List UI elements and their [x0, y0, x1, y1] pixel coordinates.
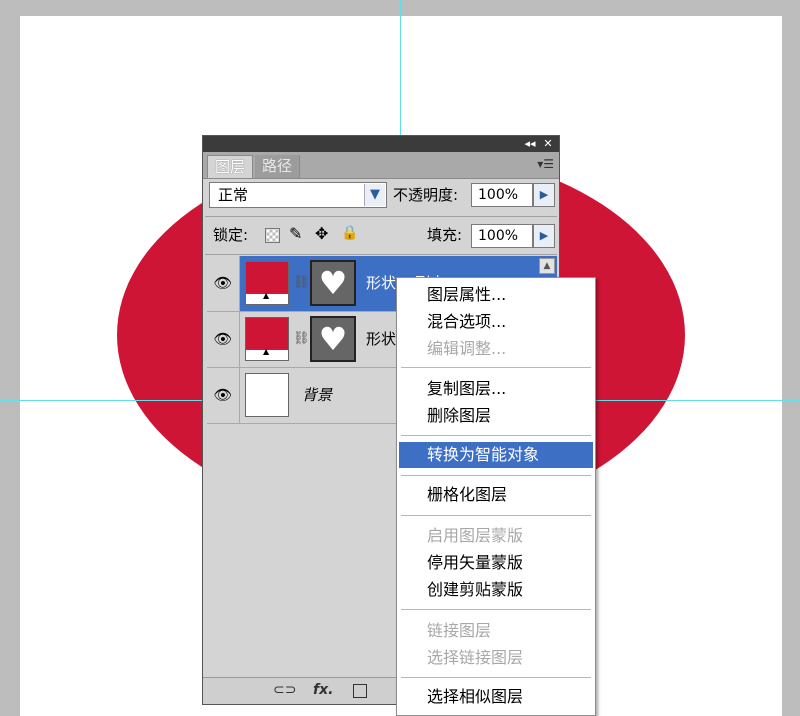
layer-thumbnail — [245, 373, 289, 417]
opacity-label: 不透明度: — [393, 186, 459, 204]
menu-item-layer-properties[interactable]: 图层属性... — [399, 282, 593, 308]
link-icon[interactable]: ⛓ — [293, 275, 310, 290]
menu-separator — [401, 677, 591, 678]
panel-tabbar: 图层 路径 ▾☰ — [203, 152, 559, 179]
collapse-icon[interactable]: ◂◂ — [523, 137, 537, 150]
eye-icon[interactable]: 👁 — [207, 312, 240, 367]
fill-label: 填充: — [427, 226, 463, 244]
layer-name[interactable]: 背景 — [302, 368, 332, 423]
fill-arrow-button[interactable]: ▶ — [533, 224, 555, 248]
close-icon[interactable]: ✕ — [541, 137, 555, 150]
vector-mask-thumbnail[interactable]: ♥ — [310, 316, 356, 362]
tab-paths[interactable]: 路径 — [255, 155, 301, 178]
add-mask-icon[interactable] — [353, 684, 367, 698]
menu-item-duplicate-layer[interactable]: 复制图层... — [399, 376, 593, 402]
menu-item-link-layers: 链接图层 — [427, 621, 492, 640]
opacity-arrow-button[interactable]: ▶ — [533, 183, 555, 207]
menu-separator — [401, 515, 591, 516]
menu-item-select-similar-layers[interactable]: 选择相似图层 — [399, 684, 593, 710]
menu-separator — [401, 367, 591, 368]
menu-item-rasterize-layer[interactable]: 栅格化图层 — [399, 482, 593, 508]
menu-separator — [401, 475, 591, 476]
link-layers-icon[interactable]: ⊂⊃ — [273, 682, 296, 698]
menu-item-create-clipping-mask[interactable]: 创建剪贴蒙版 — [399, 577, 593, 603]
tab-layers[interactable]: 图层 — [207, 155, 254, 178]
scroll-up-icon[interactable]: ▲ — [539, 258, 555, 274]
menu-item-delete-layer[interactable]: 删除图层 — [399, 403, 593, 429]
fill-input[interactable]: 100% — [471, 224, 533, 248]
menu-item-disable-vector-mask[interactable]: 停用矢量蒙版 — [399, 550, 593, 576]
lock-move-icon[interactable]: ✥ — [315, 224, 328, 243]
blend-mode-select[interactable]: 正常 ▼ — [209, 182, 387, 208]
context-menu: 图层属性... 混合选项... 编辑调整... 复制图层... 删除图层 转换为… — [396, 277, 596, 716]
menu-item-blending-options[interactable]: 混合选项... — [399, 309, 593, 335]
fx-icon[interactable]: fx. — [313, 682, 333, 698]
menu-separator — [401, 435, 591, 436]
lock-brush-icon[interactable]: ✎ — [289, 224, 302, 243]
eye-icon[interactable]: 👁 — [207, 256, 240, 311]
menu-separator — [401, 609, 591, 610]
menu-item-edit-adjustment: 编辑调整... — [427, 339, 507, 358]
menu-item-select-linked-layers: 选择链接图层 — [427, 648, 524, 667]
divider — [205, 216, 557, 217]
link-icon[interactable]: ⛓ — [293, 331, 310, 346]
opacity-input[interactable]: 100% — [471, 183, 533, 207]
chevron-down-icon[interactable]: ▼ — [364, 184, 385, 206]
menu-item-convert-to-smart-object[interactable]: 转换为智能对象 — [399, 442, 593, 468]
divider — [205, 254, 557, 255]
layer-thumbnail — [245, 261, 289, 305]
panel-menu-icon[interactable]: ▾☰ — [537, 157, 554, 171]
menu-item-enable-layer-mask: 启用图层蒙版 — [427, 526, 524, 545]
layer-thumbnail — [245, 317, 289, 361]
lock-transparent-icon[interactable] — [265, 228, 280, 243]
eye-icon[interactable]: 👁 — [207, 368, 240, 423]
lock-label: 锁定: — [213, 226, 249, 244]
blend-mode-value: 正常 — [218, 186, 249, 204]
panel-titlebar[interactable]: ◂◂ ✕ — [203, 136, 559, 152]
vector-mask-thumbnail[interactable]: ♥ — [310, 260, 356, 306]
lock-all-icon[interactable]: 🔒 — [341, 225, 358, 241]
